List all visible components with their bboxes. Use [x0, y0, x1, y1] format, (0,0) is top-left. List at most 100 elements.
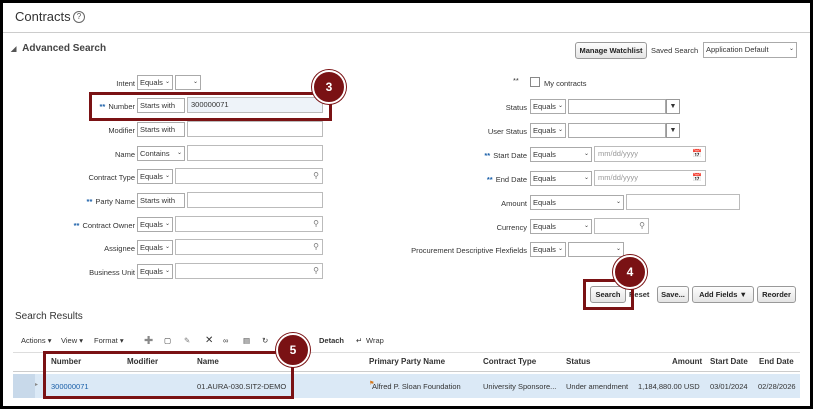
- wrap-icon[interactable]: ↵: [356, 336, 362, 345]
- title-divider: [3, 32, 810, 33]
- view-menu[interactable]: View ▾: [61, 336, 83, 345]
- contract-owner-operator-select[interactable]: Equals ⌄: [137, 217, 173, 232]
- actions-menu[interactable]: Actions ▾: [21, 336, 51, 345]
- business-unit-operator-select[interactable]: Equals ⌄: [137, 264, 173, 279]
- advanced-search-header[interactable]: ◢ Advanced Search: [11, 43, 106, 54]
- export-icon[interactable]: ▤: [243, 336, 250, 345]
- name-label: Name: [114, 150, 135, 159]
- remove-icon[interactable]: ✕: [205, 335, 213, 346]
- start-date-label: ** Start Date: [484, 151, 527, 160]
- col-amount[interactable]: Amount: [672, 357, 702, 366]
- callout-badge-5: 5: [276, 333, 310, 367]
- status-value-select[interactable]: [568, 99, 666, 114]
- results-toolbar: Actions ▾ View ▾ Format ▾ ✚ ▢ ✎ ✕ ∞ ▤ ↻ …: [21, 334, 421, 348]
- add-icon[interactable]: ✚: [144, 334, 153, 347]
- advanced-search-title: Advanced Search: [22, 43, 107, 54]
- add-fields-button[interactable]: Add Fields ▼: [692, 286, 754, 303]
- format-menu[interactable]: Format ▾: [94, 336, 124, 345]
- calendar-icon[interactable]: 📅: [692, 147, 702, 161]
- amount-input[interactable]: [626, 194, 740, 210]
- save-button[interactable]: Save...: [657, 286, 689, 303]
- name-input[interactable]: [187, 145, 323, 161]
- intent-operator-select[interactable]: Equals ⌄: [137, 75, 173, 90]
- saved-search-label: Saved Search: [651, 46, 699, 55]
- status-dropdown-button[interactable]: ▼: [666, 99, 680, 114]
- start-date-input[interactable]: mm/dd/yyyy 📅: [594, 146, 706, 162]
- row-amount: 1,184,880.00 USD: [638, 382, 700, 391]
- business-unit-label: Business Unit: [89, 268, 135, 277]
- col-end-date[interactable]: End Date: [759, 357, 794, 366]
- row-selector[interactable]: [13, 374, 35, 398]
- assignee-label: Assignee: [104, 244, 135, 253]
- end-date-input[interactable]: mm/dd/yyyy 📅: [594, 170, 706, 186]
- party-name-label: ** Party Name: [86, 197, 135, 206]
- col-start-date[interactable]: Start Date: [710, 357, 748, 366]
- contract-type-label: Contract Type: [88, 173, 135, 182]
- collapse-triangle-icon: ◢: [11, 46, 17, 53]
- col-primary-party-name[interactable]: Primary Party Name: [369, 357, 445, 366]
- row-status: Under amendment: [566, 382, 629, 391]
- my-contracts-required: **: [513, 76, 519, 85]
- end-date-operator-select[interactable]: Equals ⌄: [530, 171, 592, 186]
- search-icon[interactable]: ⚲: [639, 219, 645, 233]
- expand-row-icon[interactable]: ▸: [35, 381, 38, 388]
- status-operator-select[interactable]: Equals ⌄: [530, 99, 566, 114]
- refresh-icon[interactable]: ↻: [262, 336, 268, 345]
- modifier-input[interactable]: [187, 121, 323, 137]
- col-status[interactable]: Status: [566, 357, 590, 366]
- search-icon[interactable]: ⚲: [313, 264, 319, 278]
- search-icon[interactable]: ⚲: [313, 169, 319, 183]
- assignee-operator-select[interactable]: Equals ⌄: [137, 240, 173, 255]
- my-contracts-label: My contracts: [544, 79, 587, 88]
- saved-search-select[interactable]: Application Default ⌄: [703, 42, 797, 58]
- chevron-down-icon: ⌄: [192, 79, 198, 85]
- row-start-date: 03/01/2024: [710, 382, 748, 391]
- my-contracts-checkbox[interactable]: [530, 77, 540, 87]
- procurement-dff-operator-select[interactable]: Equals ⌄: [530, 242, 566, 257]
- callout-badge-4: 4: [613, 255, 647, 289]
- procurement-dff-value-select[interactable]: ⌄: [568, 242, 624, 257]
- contract-owner-label: ** Contract Owner: [73, 221, 135, 230]
- contract-owner-input[interactable]: ⚲: [175, 216, 323, 232]
- row-end-date: 02/28/2026: [758, 382, 796, 391]
- party-name-operator-select[interactable]: Starts with⌄: [137, 193, 185, 208]
- currency-input[interactable]: ⚲: [594, 218, 649, 234]
- link-icon[interactable]: ∞: [223, 336, 228, 345]
- modifier-operator-select[interactable]: Starts with⌄: [137, 122, 185, 137]
- search-icon[interactable]: ⚲: [313, 217, 319, 231]
- contract-type-input[interactable]: ⚲: [175, 168, 323, 184]
- search-results-title: Search Results: [15, 311, 83, 322]
- intent-value-select[interactable]: ⌄: [175, 75, 201, 90]
- amount-operator-select[interactable]: Equals ⌄: [530, 195, 624, 210]
- end-date-label: ** End Date: [486, 175, 527, 184]
- assignee-input[interactable]: ⚲: [175, 239, 323, 255]
- procurement-dff-label: Procurement Descriptive Flexfields: [411, 246, 527, 255]
- page-title: Contracts: [15, 9, 71, 24]
- business-unit-input[interactable]: ⚲: [175, 263, 323, 279]
- user-status-dropdown-button[interactable]: ▼: [666, 123, 680, 138]
- chevron-down-icon: ⌄: [788, 46, 794, 52]
- calendar-icon[interactable]: 📅: [692, 171, 702, 185]
- currency-operator-select[interactable]: Equals ⌄: [530, 219, 592, 234]
- manage-watchlist-button[interactable]: Manage Watchlist: [575, 42, 647, 59]
- delete-icon[interactable]: ▢: [164, 336, 171, 345]
- amount-label: Amount: [501, 199, 527, 208]
- modifier-label: Modifier: [108, 126, 135, 135]
- currency-label: Currency: [496, 223, 527, 232]
- callout-badge-3: 3: [312, 70, 346, 104]
- user-status-label: User Status: [487, 127, 527, 136]
- user-status-value-select[interactable]: [568, 123, 666, 138]
- edit-icon[interactable]: ✎: [184, 336, 190, 345]
- help-icon[interactable]: ?: [73, 11, 85, 23]
- wrap-button[interactable]: Wrap: [366, 336, 384, 345]
- start-date-operator-select[interactable]: Equals ⌄: [530, 147, 592, 162]
- party-name-input[interactable]: [187, 192, 323, 208]
- reorder-button[interactable]: Reorder: [757, 286, 796, 303]
- detach-button[interactable]: Detach: [319, 336, 344, 345]
- col-contract-type[interactable]: Contract Type: [483, 357, 536, 366]
- status-label: Status: [505, 103, 527, 112]
- contract-type-operator-select[interactable]: Equals ⌄: [137, 169, 173, 184]
- name-operator-select[interactable]: Contains ⌄: [137, 146, 185, 161]
- user-status-operator-select[interactable]: Equals ⌄: [530, 123, 566, 138]
- search-icon[interactable]: ⚲: [313, 240, 319, 254]
